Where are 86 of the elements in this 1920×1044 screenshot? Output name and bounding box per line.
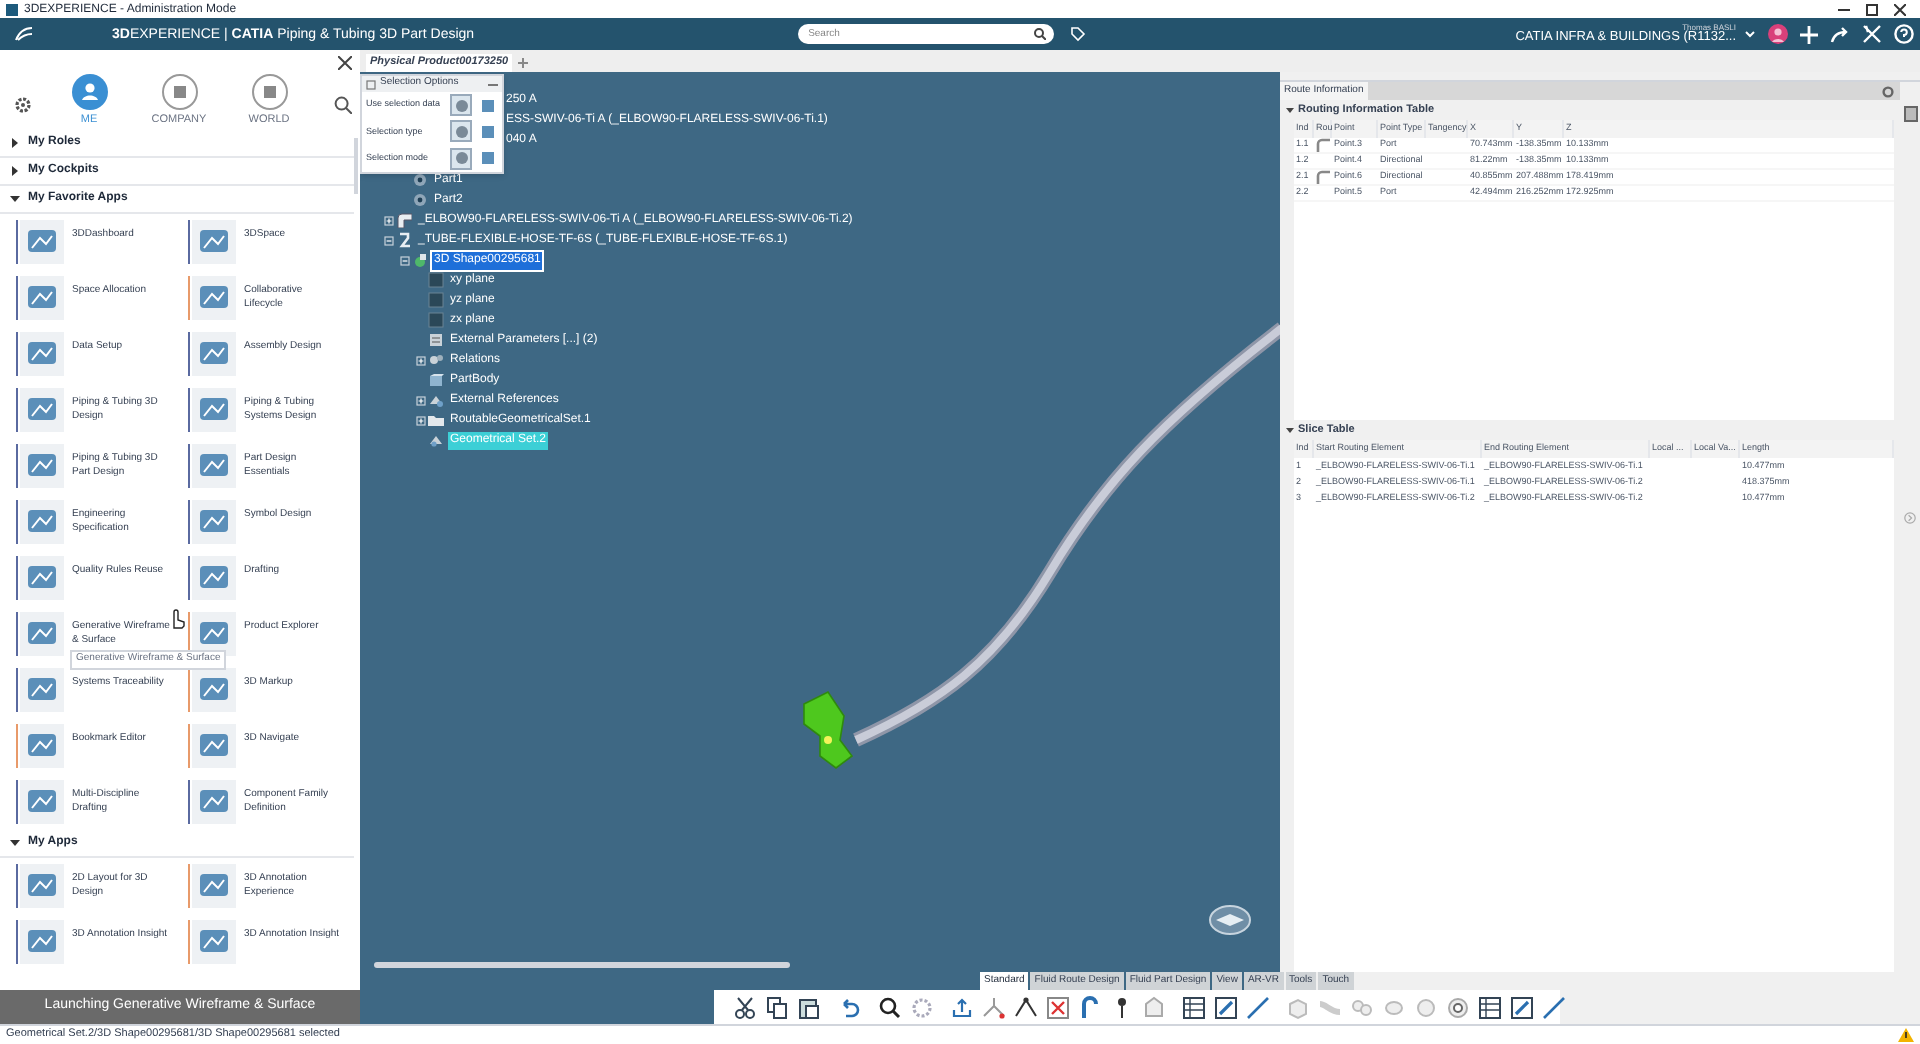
app-icon xyxy=(192,780,236,824)
warning-icon[interactable] xyxy=(1898,1028,1914,1042)
hose-icon xyxy=(396,232,412,248)
app-icon xyxy=(192,668,236,712)
tag-icon[interactable] xyxy=(1070,26,1087,42)
references-icon xyxy=(428,392,444,408)
app-icon xyxy=(192,556,236,600)
avatar-icon[interactable] xyxy=(1768,24,1788,44)
chevron-down-icon[interactable] xyxy=(1744,28,1756,40)
app-icon xyxy=(192,444,236,488)
app-icon xyxy=(192,500,236,544)
app-icon xyxy=(192,612,236,656)
caret-icon[interactable] xyxy=(1286,106,1294,114)
edit-icon[interactable] xyxy=(1214,995,1238,1019)
zoom-icon[interactable] xyxy=(878,995,902,1019)
app-icon xyxy=(20,780,64,824)
table-icon[interactable] xyxy=(1478,995,1502,1019)
horizontal-scrollbar[interactable] xyxy=(374,962,790,968)
settings-icon[interactable] xyxy=(13,96,31,114)
app-icon xyxy=(20,444,64,488)
app-icon xyxy=(20,668,64,712)
cut-icon[interactable] xyxy=(734,995,758,1019)
expand-toggle-icon[interactable] xyxy=(415,355,425,365)
route-branch-icon[interactable] xyxy=(982,995,1006,1019)
app-icon xyxy=(192,220,236,264)
sphere-icon[interactable] xyxy=(450,120,472,143)
app-logo-icon xyxy=(6,3,18,15)
app-icon xyxy=(20,556,64,600)
delete-icon[interactable] xyxy=(1046,995,1070,1019)
app-icon xyxy=(20,724,64,768)
share-icon[interactable] xyxy=(1830,25,1850,43)
app-icon xyxy=(192,920,236,964)
paste-icon[interactable] xyxy=(798,995,822,1019)
table-icon[interactable] xyxy=(1182,995,1206,1019)
plus-icon[interactable] xyxy=(1800,25,1818,43)
settings-icon[interactable] xyxy=(1882,86,1894,98)
expand-toggle-icon[interactable] xyxy=(399,255,409,265)
body-icon xyxy=(428,372,444,388)
disk-icon[interactable] xyxy=(1446,995,1470,1019)
maximize-icon[interactable] xyxy=(1866,3,1878,15)
app-icon xyxy=(20,920,64,964)
caret-icon[interactable] xyxy=(1286,426,1294,434)
layout-icon[interactable] xyxy=(1903,106,1917,122)
upload-icon[interactable] xyxy=(950,995,974,1019)
geometrical-set-icon xyxy=(428,432,444,448)
search-icon[interactable] xyxy=(334,96,352,114)
app-icon xyxy=(192,276,236,320)
expand-toggle-icon[interactable] xyxy=(383,235,393,245)
part-icon xyxy=(412,252,428,268)
search-icon xyxy=(1034,28,1047,40)
close-icon[interactable] xyxy=(338,56,352,70)
app-icon xyxy=(192,388,236,432)
expand-toggle-icon[interactable] xyxy=(415,395,425,405)
undo-icon[interactable] xyxy=(838,995,862,1019)
copy-icon[interactable] xyxy=(766,995,790,1019)
logo-icon xyxy=(14,26,34,42)
relations-icon xyxy=(428,352,444,368)
line-icon[interactable] xyxy=(1246,995,1270,1019)
app-icon xyxy=(20,500,64,544)
expand-toggle-icon[interactable] xyxy=(383,215,393,225)
hand-cursor-icon xyxy=(168,608,186,630)
folder-icon xyxy=(428,412,444,428)
scrollbar[interactable] xyxy=(354,138,358,194)
pipe-part-icon[interactable] xyxy=(1078,995,1102,1019)
compass-drawing[interactable] xyxy=(1209,905,1251,935)
app-icon xyxy=(192,332,236,376)
panel-icon xyxy=(366,79,376,89)
app-icon xyxy=(20,276,64,320)
app-icon xyxy=(20,388,64,432)
edit-icon[interactable] xyxy=(1510,995,1534,1019)
minimize-icon[interactable] xyxy=(1838,3,1850,15)
app-icon xyxy=(20,864,64,908)
app-icon xyxy=(192,864,236,908)
app-icon xyxy=(20,332,64,376)
line-icon[interactable] xyxy=(1542,995,1566,1019)
add-tab-icon[interactable] xyxy=(518,58,529,68)
close-icon[interactable] xyxy=(1894,3,1906,15)
connect-icon[interactable] xyxy=(1014,995,1038,1019)
app-icon xyxy=(20,220,64,264)
app-icon xyxy=(192,724,236,768)
elbow-icon xyxy=(396,212,412,228)
parameters-icon xyxy=(428,332,444,348)
tools-icon[interactable] xyxy=(1862,24,1882,44)
expand-toggle-icon[interactable] xyxy=(415,415,425,425)
help-icon[interactable] xyxy=(1894,24,1914,44)
app-icon xyxy=(20,612,64,656)
